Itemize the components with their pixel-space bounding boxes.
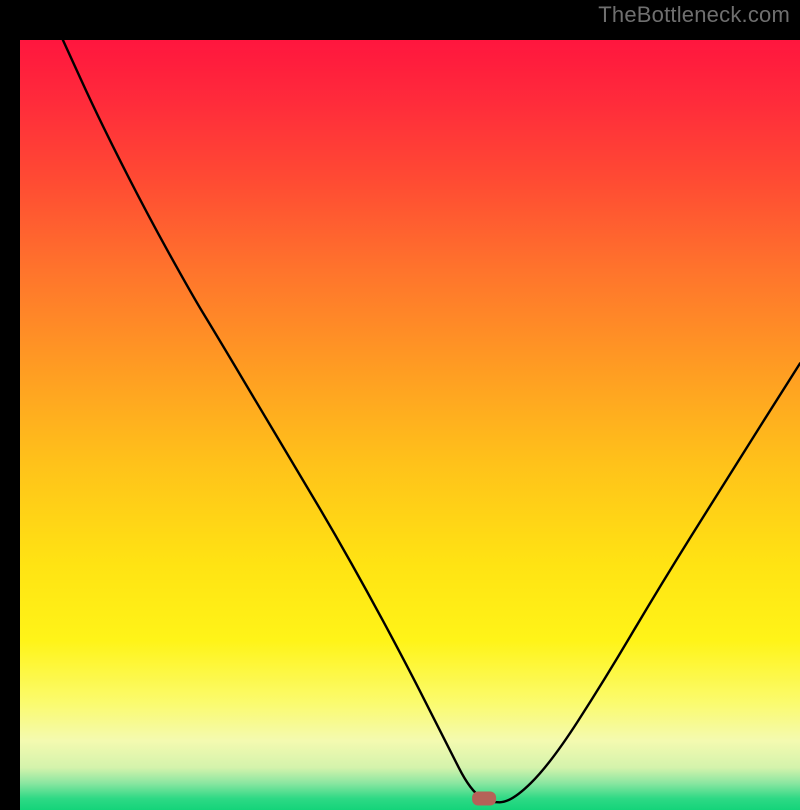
chart-frame	[10, 20, 790, 790]
gradient-background	[20, 40, 800, 810]
optimum-marker	[472, 792, 496, 806]
chart-svg	[20, 40, 800, 810]
watermark-text: TheBottleneck.com	[598, 2, 790, 28]
plot-area	[20, 40, 800, 810]
